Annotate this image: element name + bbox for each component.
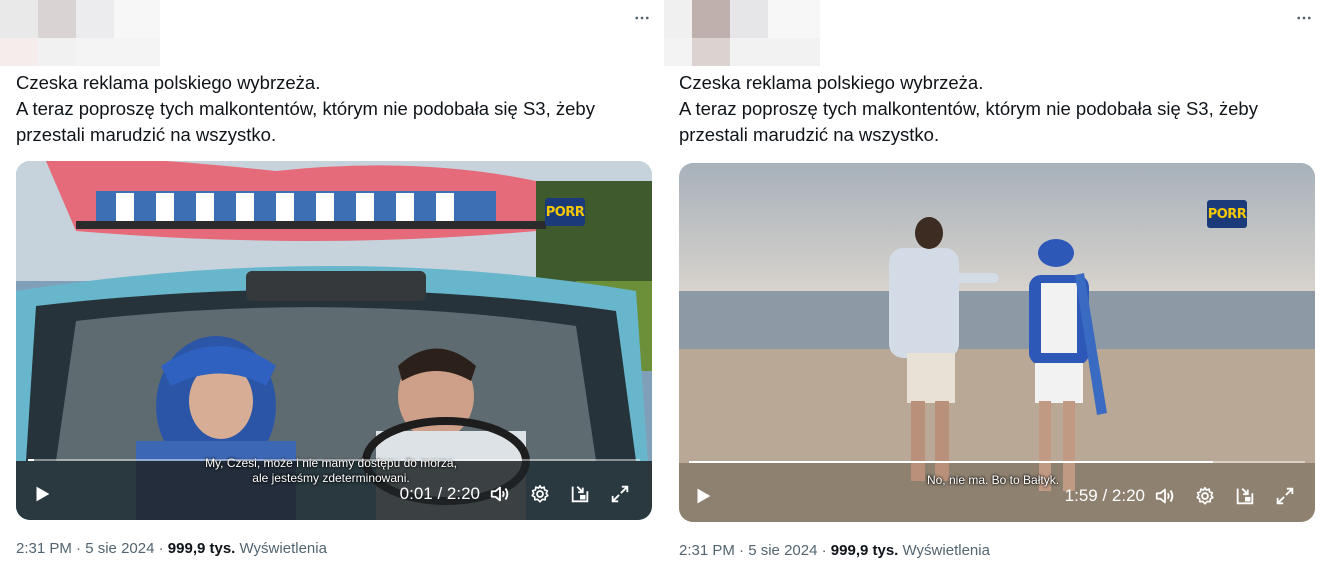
tweet-text-line: A teraz poproszę tych malkontentów, któr… [679,98,1258,119]
video-time: 0:01 / 2:20 [399,484,480,503]
settings-gear-icon[interactable] [1185,485,1225,507]
settings-gear-icon[interactable] [520,483,560,505]
video-progress-bar[interactable] [28,459,640,461]
views-count: 999,9 tys. [830,542,899,559]
video-progress-fill [28,459,35,461]
video-player[interactable]: PORR No, nie ma. Bo to Bałtyk. 1:59 / 2:… [679,163,1315,522]
tweet-text-line: przestali marudzić na wszystko. [679,124,940,145]
porr-logo-text: PORR [545,204,585,220]
porr-logo: PORR [1207,200,1247,228]
volume-icon[interactable] [1145,485,1185,507]
picture-in-picture-icon[interactable] [1225,485,1265,507]
tweet-date[interactable]: 5 sie 2024 [85,540,154,557]
volume-icon[interactable] [480,483,520,505]
tweet-right: Czeska reklama polskiego wybrzeża. A ter… [664,0,1329,567]
tweet-time[interactable]: 2:31 PM [16,540,72,557]
tweet-time[interactable]: 2:31 PM [679,542,735,559]
tweet-meta: 2:31 PM · 5 sie 2024 · 999,9 tys. Wyświe… [16,540,327,557]
play-icon[interactable] [28,483,56,505]
fullscreen-icon[interactable] [600,483,640,505]
separator: · [739,542,745,559]
tweet-text: Czeska reklama polskiego wybrzeża. A ter… [16,70,595,148]
views-label: Wyświetlenia [239,540,327,557]
more-horizontal-icon[interactable] [630,8,654,28]
fullscreen-icon[interactable] [1265,485,1305,507]
tweet-left: Czeska reklama polskiego wybrzeża. A ter… [0,0,664,567]
tweet-text: Czeska reklama polskiego wybrzeża. A ter… [679,70,1258,148]
picture-in-picture-icon[interactable] [560,483,600,505]
tweet-text-line: Czeska reklama polskiego wybrzeża. [16,72,321,93]
video-progress-bar[interactable] [689,461,1305,463]
tweet-date[interactable]: 5 sie 2024 [748,542,817,559]
porr-logo-text: PORR [1207,206,1247,222]
video-time: 1:59 / 2:20 [1064,486,1145,505]
separator: · [158,540,164,557]
separator: · [821,542,827,559]
views-count: 999,9 tys. [167,540,236,557]
video-controls: 0:01 / 2:20 [28,477,640,511]
tweet-text-line: przestali marudzić na wszystko. [16,124,277,145]
tweet-meta: 2:31 PM · 5 sie 2024 · 999,9 tys. Wyświe… [679,542,990,559]
blurred-avatar [664,0,820,66]
video-player[interactable]: PORR My, Czesi, może i nie mamy dostępu … [16,161,652,520]
more-horizontal-icon[interactable] [1292,8,1316,28]
tweet-text-line: Czeska reklama polskiego wybrzeża. [679,72,984,93]
porr-logo: PORR [545,198,585,226]
play-icon[interactable] [689,485,717,507]
blurred-avatar [0,0,160,66]
video-controls: 1:59 / 2:20 [689,479,1305,513]
separator: · [76,540,82,557]
video-progress-fill [689,461,1213,463]
views-label: Wyświetlenia [902,542,990,559]
tweet-text-line: A teraz poproszę tych malkontentów, któr… [16,98,595,119]
